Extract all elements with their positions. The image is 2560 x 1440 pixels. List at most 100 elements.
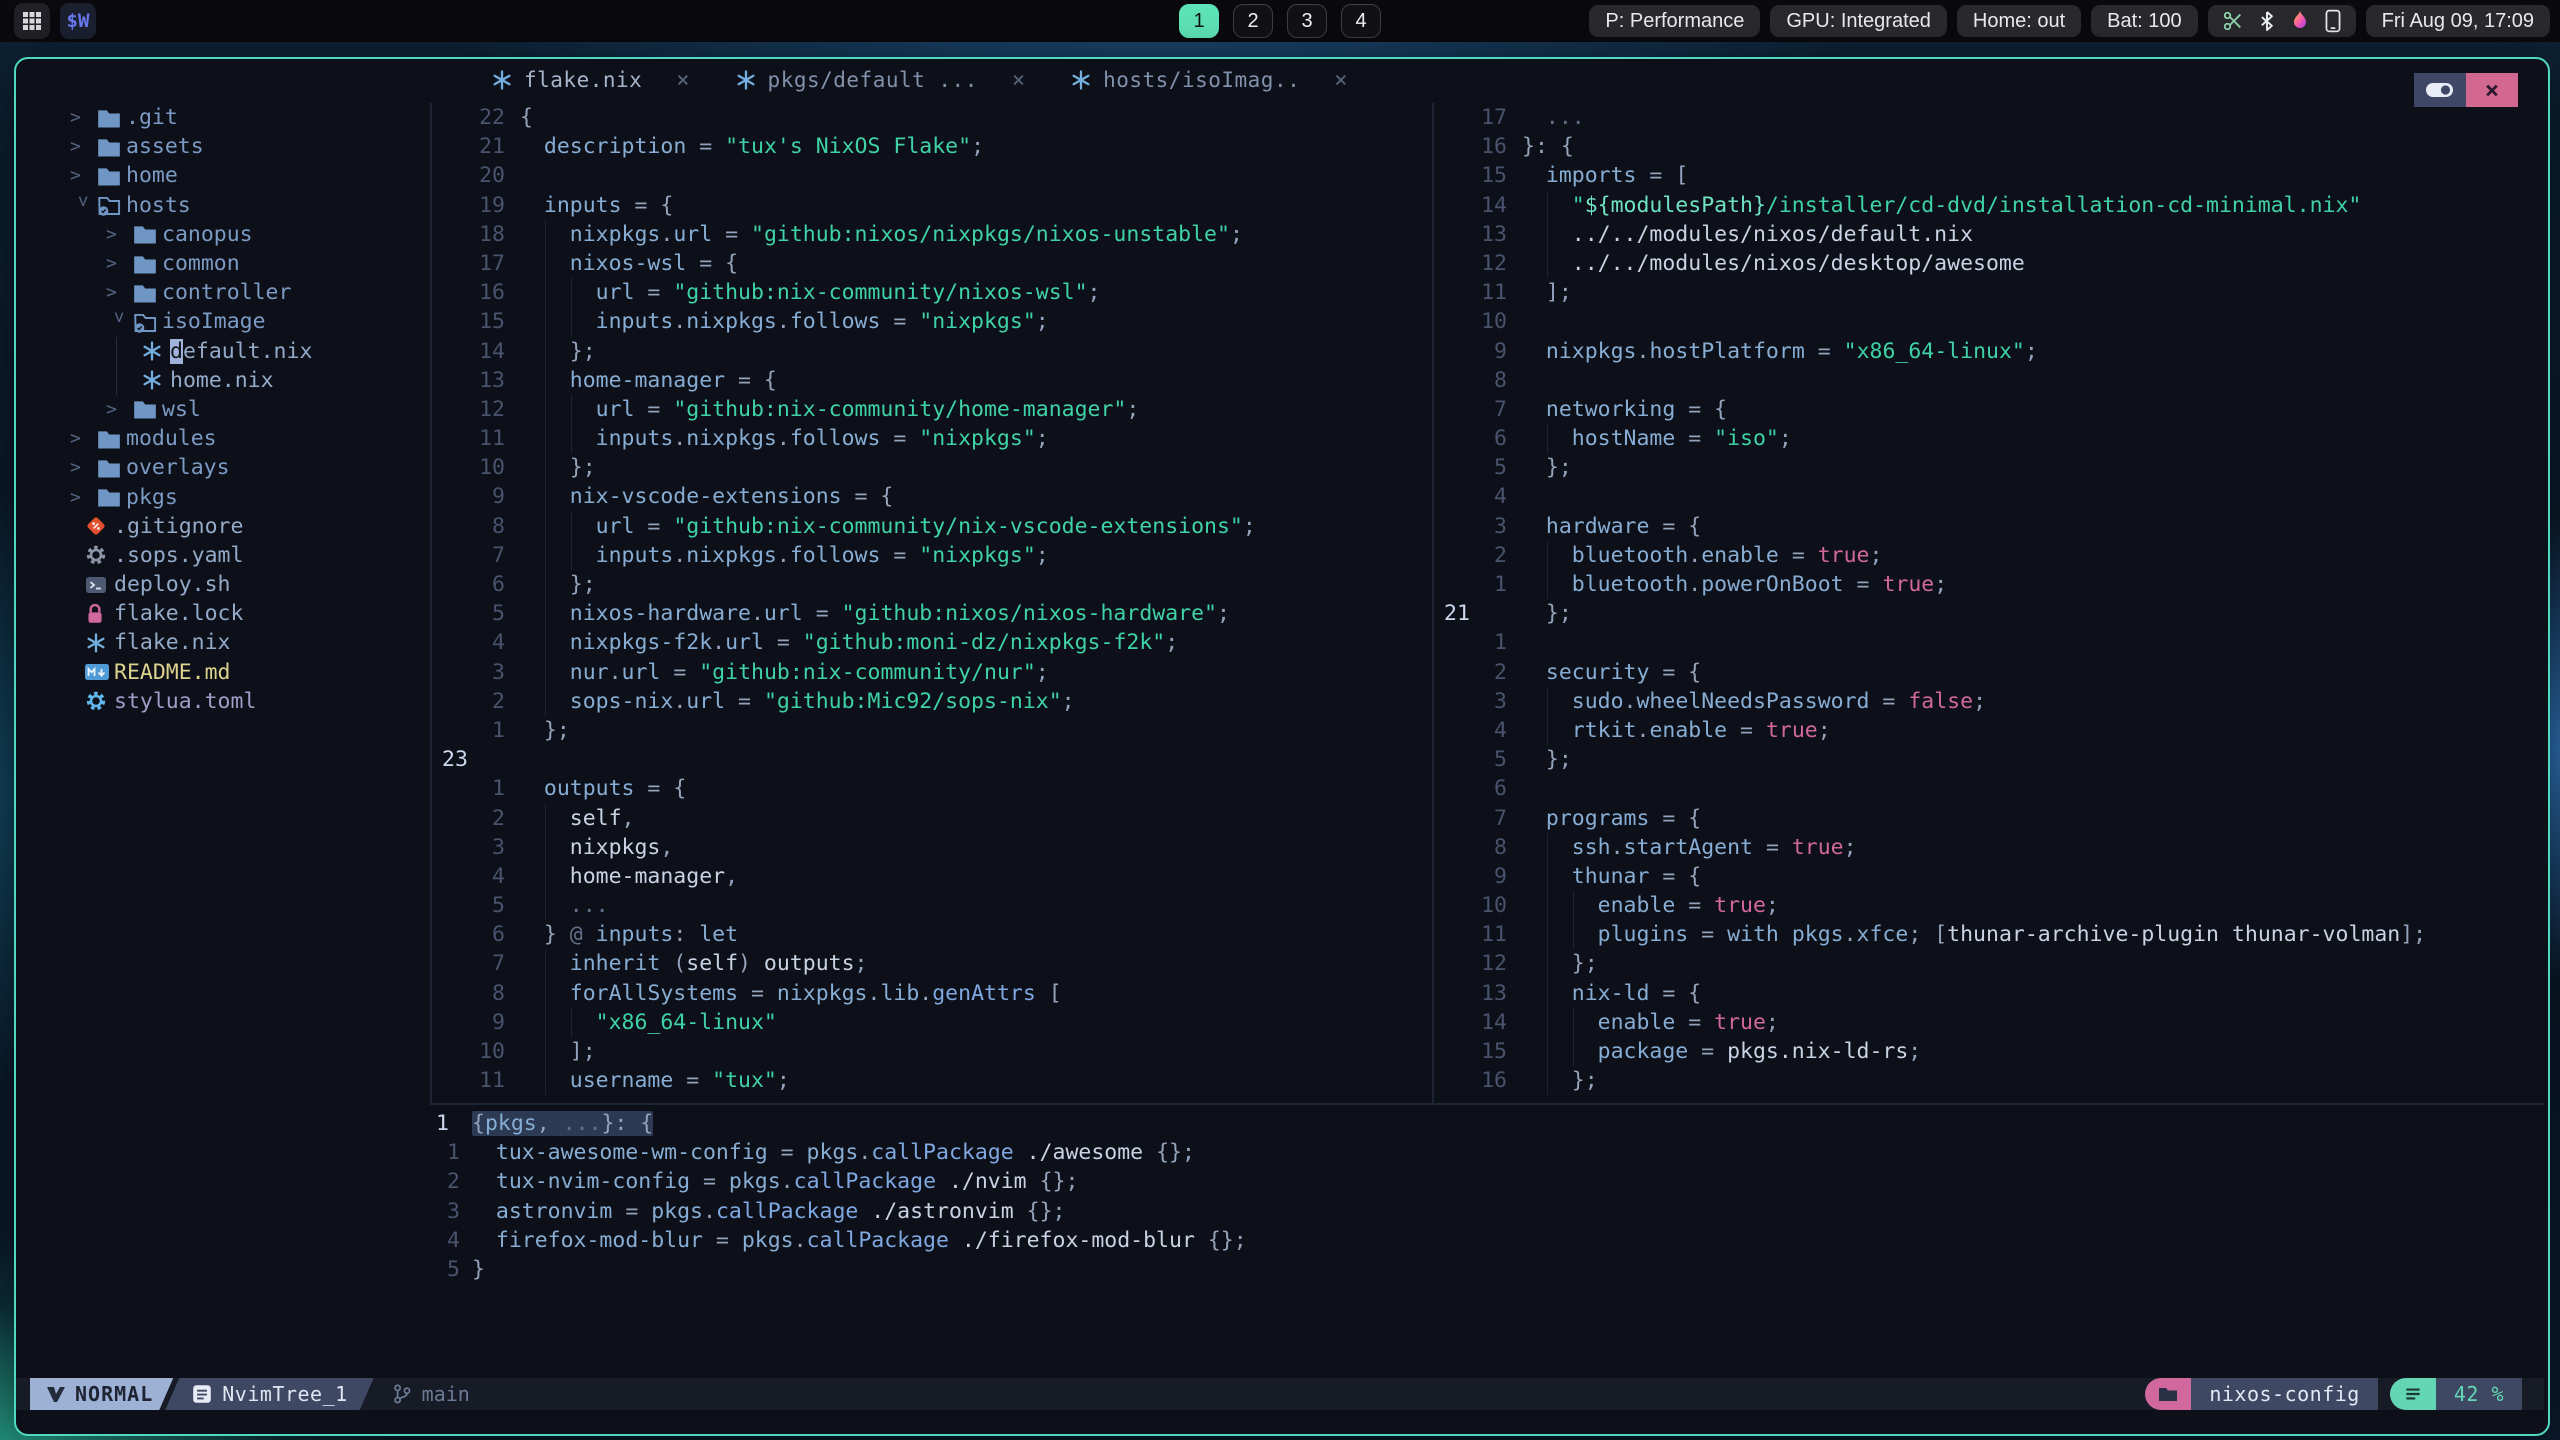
code-line[interactable]: 11 inputs.nixpkgs.follows = "nixpkgs"; — [432, 424, 1432, 454]
tree-item-modules[interactable]: > modules — [16, 424, 430, 453]
tab-close-icon[interactable]: × — [1334, 68, 1347, 93]
code-line[interactable]: 7 inputs.nixpkgs.follows = "nixpkgs"; — [432, 540, 1432, 570]
code-line[interactable]: 10]; — [432, 1037, 1432, 1067]
code-line[interactable]: 16 url = "github:nix-community/nixos-wsl"… — [432, 278, 1432, 308]
code-line[interactable]: 5} — [432, 1255, 2542, 1284]
pane-horizontal-separator[interactable] — [430, 1103, 2544, 1105]
tree-item-hosts[interactable]: > hosts — [16, 191, 430, 220]
code-line[interactable]: 3 nur.url = "github:nix-community/nur"; — [432, 657, 1432, 687]
code-line[interactable]: 1 outputs = { — [432, 774, 1432, 804]
code-line[interactable]: 16}; — [1434, 1066, 2542, 1096]
chevron-right-icon[interactable]: > — [70, 487, 96, 508]
tree-item-canopus[interactable]: > canopus — [16, 220, 430, 249]
code-line[interactable]: 14}; — [432, 336, 1432, 366]
code-line[interactable]: 7 networking = { — [1434, 394, 2542, 425]
chevron-right-icon[interactable]: > — [70, 428, 96, 449]
chevron-right-icon[interactable]: > — [106, 399, 132, 420]
code-line[interactable]: 4 nixpkgs-f2k.url = "github:moni-dz/nixpk… — [432, 628, 1432, 658]
tab-hosts-isoImag-[interactable]: hosts/isoImag.. × — [1049, 59, 1367, 101]
chevron-right-icon[interactable]: > — [70, 136, 96, 157]
tree-item-stylua-toml[interactable]: stylua.toml — [16, 687, 430, 716]
tree-item-isoImage[interactable]: > isoImage — [16, 307, 430, 336]
code-line[interactable]: 13 ../../modules/nixos/default.nix — [1434, 219, 2542, 249]
code-line[interactable]: 9 nixpkgs.hostPlatform = "x86_64-linux"; — [1434, 336, 2542, 366]
code-line[interactable]: 2 self, — [432, 803, 1432, 833]
chevron-right-icon[interactable]: > — [106, 224, 132, 245]
code-line[interactable]: 6}; — [432, 570, 1432, 600]
chevron-down-icon[interactable]: > — [108, 312, 129, 338]
tree-item-default-nix[interactable]: default.nix — [16, 336, 430, 366]
code-line[interactable]: 19 inputs = { — [432, 190, 1432, 220]
workspace-button-2[interactable]: 2 — [1233, 4, 1273, 38]
code-line[interactable]: 18 nixpkgs.url = "github:nixos/nixpkgs/ni… — [432, 219, 1432, 249]
code-line[interactable]: 21}; — [1434, 599, 2542, 629]
workspace-button-3[interactable]: 3 — [1287, 4, 1327, 38]
tree-item-deploy-sh[interactable]: deploy.sh — [16, 570, 430, 599]
code-line[interactable]: 6 — [1434, 774, 2542, 803]
tree-item-home-nix[interactable]: home.nix — [16, 365, 430, 395]
code-line[interactable]: 2 security = { — [1434, 657, 2542, 687]
code-line[interactable]: 4 — [1434, 482, 2542, 511]
workspace-button-4[interactable]: 4 — [1341, 4, 1381, 38]
editor-pane-pkgs-default-nix[interactable]: 1 {pkgs, ...}: {1 tux-awesome-wm-config = … — [432, 1109, 2542, 1369]
code-line[interactable]: 23 — [432, 745, 1432, 774]
code-line[interactable]: 4 firefox-mod-blur = pkgs.callPackage ./f… — [432, 1225, 2542, 1255]
code-line[interactable]: 12 ../../modules/nixos/desktop/awesome — [1434, 248, 2542, 279]
code-line[interactable]: 10}; — [432, 453, 1432, 483]
code-line[interactable]: 9 thunar = { — [1434, 861, 2542, 892]
code-line[interactable]: 6 hostName = "iso"; — [1434, 424, 2542, 454]
code-line[interactable]: 2 tux-nvim-config = pkgs.callPackage ./nv… — [432, 1167, 2542, 1197]
code-line[interactable]: 15 imports = [ — [1434, 161, 2542, 191]
tree-item-overlays[interactable]: > overlays — [16, 453, 430, 482]
window-close-button[interactable]: × — [2466, 73, 2518, 107]
tree-item-wsl[interactable]: > wsl — [16, 395, 430, 424]
code-line[interactable]: 10 — [1434, 307, 2542, 336]
code-line[interactable]: 7 programs = { — [1434, 803, 2542, 833]
code-line[interactable]: 2 sops-nix.url = "github:Mic92/sops-nix"; — [432, 686, 1432, 716]
code-line[interactable]: 15 inputs.nixpkgs.follows = "nixpkgs"; — [432, 307, 1432, 337]
code-line[interactable]: 16}: { — [1434, 132, 2542, 161]
tree-item-flake-lock[interactable]: flake.lock — [16, 599, 430, 628]
code-line[interactable]: 9 nix-vscode-extensions = { — [432, 482, 1432, 512]
code-line[interactable]: 3 nixpkgs, — [432, 832, 1432, 862]
tree-item--git[interactable]: > .git — [16, 103, 430, 132]
code-line[interactable]: 13 nix-ld = { — [1434, 978, 2542, 1008]
code-line[interactable]: 17... — [1434, 103, 2542, 133]
tree-item-common[interactable]: > common — [16, 249, 430, 278]
tab-close-icon[interactable]: × — [1012, 68, 1025, 93]
app-launcher-button[interactable] — [14, 3, 50, 39]
tree-item-pkgs[interactable]: > pkgs — [16, 482, 430, 511]
code-line[interactable]: 11]; — [1434, 278, 2542, 308]
code-line[interactable]: 7 inherit (self) outputs; — [432, 949, 1432, 979]
code-line[interactable]: 1 tux-awesome-wm-config = pkgs.callPackag… — [432, 1138, 2542, 1168]
code-line[interactable]: 10 enable = true; — [1434, 891, 2542, 921]
code-line[interactable]: 11 username = "tux"; — [432, 1066, 1432, 1096]
code-line[interactable]: 1 {pkgs, ...}: { — [432, 1109, 2542, 1138]
code-line[interactable]: 5}; — [1434, 745, 2542, 775]
code-line[interactable]: 21 description = "tux's NixOS Flake"; — [432, 132, 1432, 162]
code-line[interactable]: 1}; — [432, 715, 1432, 746]
tree-item-controller[interactable]: > controller — [16, 278, 430, 307]
code-line[interactable]: 5}; — [1434, 453, 2542, 483]
chevron-right-icon[interactable]: > — [70, 107, 96, 128]
code-line[interactable]: 4 rtkit.enable = true; — [1434, 715, 2542, 746]
code-line[interactable]: 1 bluetooth.powerOnBoot = true; — [1434, 570, 2542, 600]
tree-item-home[interactable]: > home — [16, 161, 430, 190]
code-line[interactable]: 4 home-manager, — [432, 861, 1432, 892]
editor-pane-iso-default-nix[interactable]: 17... 16}: {15 imports = [14 "${modulesPath… — [1434, 103, 2542, 1099]
tab-flake-nix[interactable]: flake.nix × — [470, 59, 710, 101]
code-line[interactable]: 2 bluetooth.enable = true; — [1434, 540, 2542, 570]
tree-item-flake-nix[interactable]: flake.nix — [16, 628, 430, 657]
chevron-right-icon[interactable]: > — [70, 457, 96, 478]
code-line[interactable]: 8 url = "github:nix-community/nix-vscode-… — [432, 511, 1432, 541]
code-line[interactable]: 12 url = "github:nix-community/home-manag… — [432, 394, 1432, 425]
code-line[interactable]: 11 plugins = with pkgs.xfce; [thunar-arch… — [1434, 920, 2542, 950]
code-line[interactable]: 14 "${modulesPath}/installer/cd-dvd/insta… — [1434, 190, 2542, 220]
code-line[interactable]: 3 sudo.wheelNeedsPassword = false; — [1434, 686, 2542, 716]
code-line[interactable]: 5... — [432, 891, 1432, 921]
code-line[interactable]: 8 — [1434, 366, 2542, 395]
code-line[interactable]: 15 package = pkgs.nix-ld-rs; — [1434, 1037, 2542, 1067]
code-line[interactable]: 8 forAllSystems = nixpkgs.lib.genAttrs [ — [432, 978, 1432, 1008]
code-line[interactable]: 3 hardware = { — [1434, 511, 2542, 541]
tree-item-assets[interactable]: > assets — [16, 132, 430, 161]
